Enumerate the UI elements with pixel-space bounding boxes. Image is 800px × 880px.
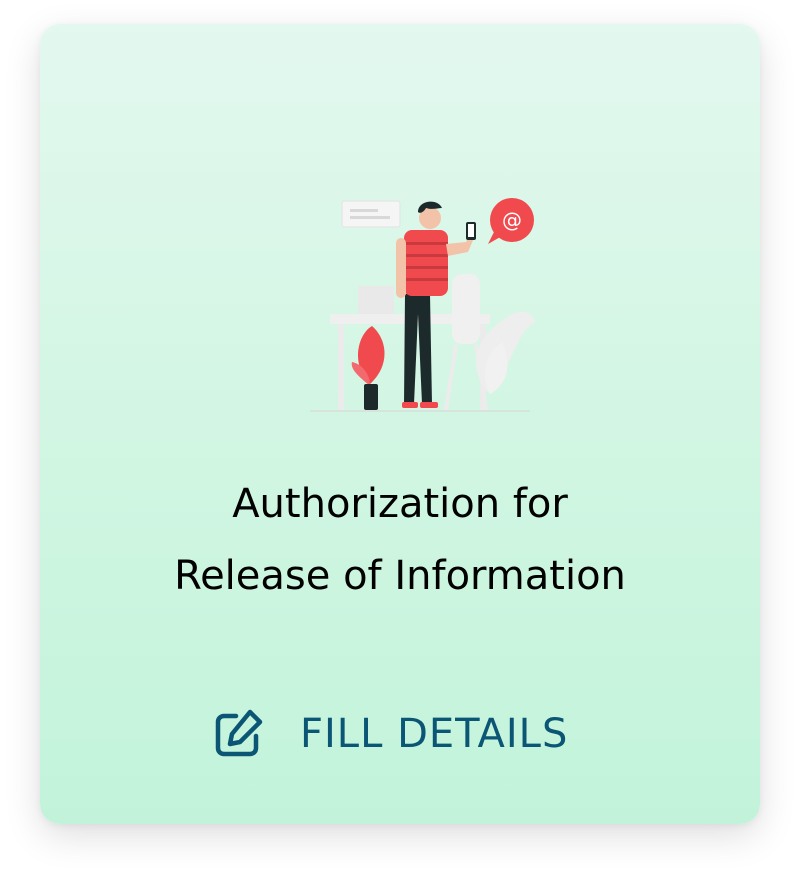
fill-details-label: FILL DETAILS <box>300 711 569 757</box>
form-title-line2: Release of Information <box>174 553 626 599</box>
fill-details-button[interactable]: FILL DETAILS <box>210 704 590 764</box>
form-title: Authorization for Release of Information <box>80 468 720 612</box>
svg-text:@: @ <box>502 208 522 232</box>
form-title-line1: Authorization for <box>232 481 568 527</box>
form-card[interactable]: @ Authorization for Release of Informati… <box>40 24 760 824</box>
illustration-svg: @ <box>310 198 535 412</box>
edit-icon <box>210 706 266 762</box>
person-with-phone-illustration: @ <box>280 164 540 424</box>
